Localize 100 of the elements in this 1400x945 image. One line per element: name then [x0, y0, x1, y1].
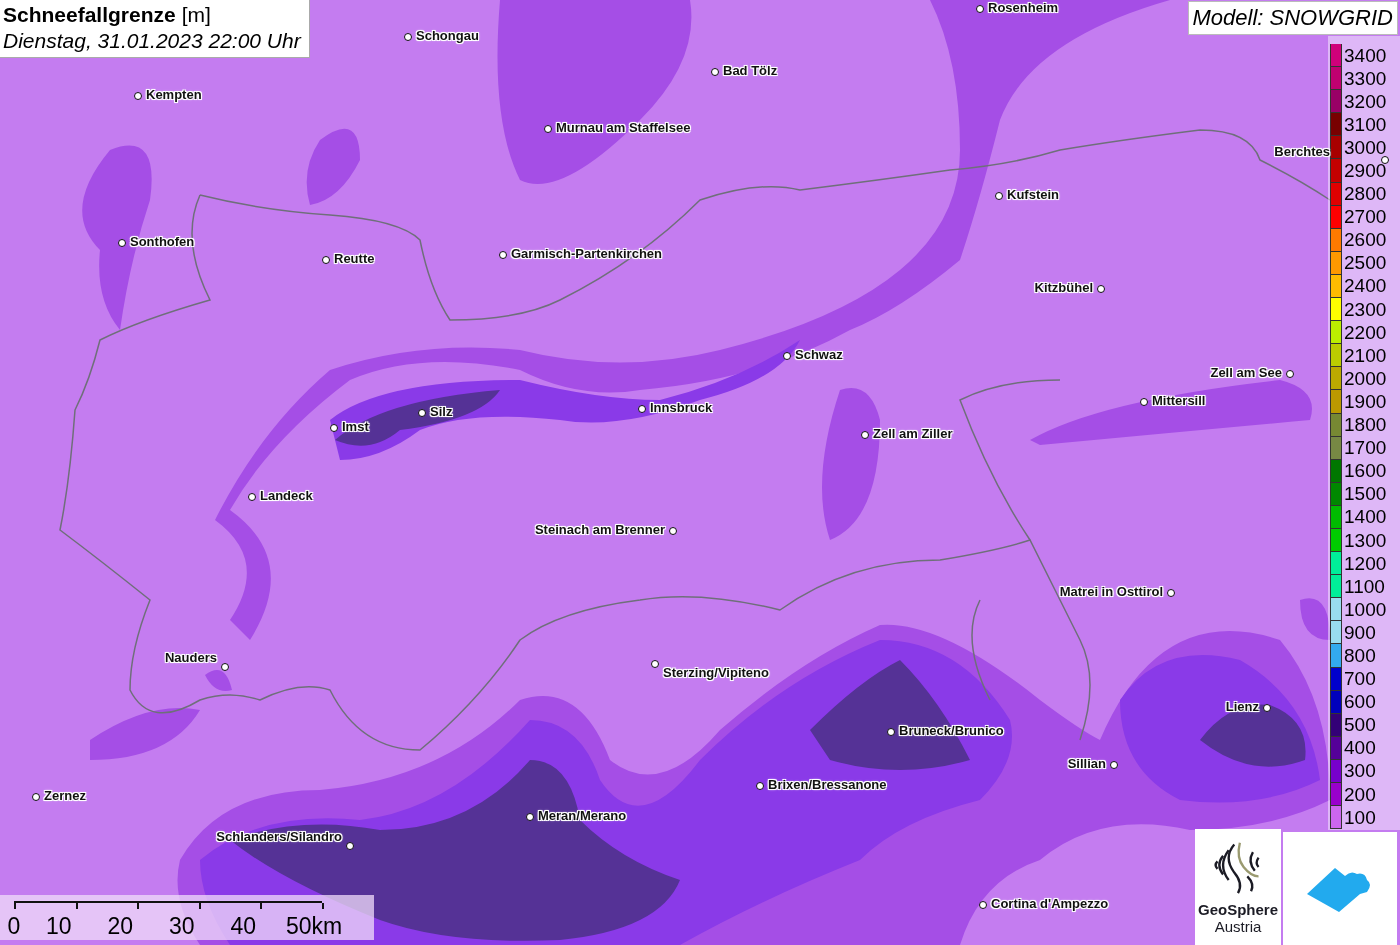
legend-label: 1800	[1343, 415, 1387, 436]
legend-label: 3400	[1343, 45, 1387, 66]
scale-label: 0	[6, 913, 22, 940]
place-marker	[346, 842, 354, 850]
place-label: Lienz	[1225, 699, 1259, 714]
legend-label: 2900	[1343, 161, 1387, 181]
place-marker	[1286, 370, 1294, 378]
legend-label: 500	[1343, 715, 1376, 736]
legend-label: 2300	[1343, 299, 1387, 320]
legend-label: 2400	[1343, 276, 1387, 297]
logo-title: GeoSphere	[1198, 901, 1278, 918]
legend-label: 600	[1343, 692, 1376, 713]
scale-label: 50km	[285, 913, 343, 940]
place-marker	[711, 68, 719, 76]
place-marker	[499, 251, 507, 259]
place-marker	[1381, 156, 1389, 164]
place-label: Reutte	[334, 251, 375, 266]
legend-label: 200	[1343, 784, 1376, 805]
place-marker	[1110, 761, 1118, 769]
place-marker	[221, 663, 229, 671]
legend-label: 800	[1343, 646, 1376, 666]
place-marker	[783, 352, 791, 360]
place-label: Kufstein	[1007, 187, 1059, 202]
place-marker	[1140, 398, 1148, 406]
place-label: Silz	[430, 404, 453, 419]
legend-label: 2800	[1343, 184, 1387, 205]
legend-label: 100	[1343, 807, 1376, 828]
legend-label: 2700	[1343, 207, 1387, 228]
legend-label: 1600	[1343, 461, 1387, 482]
place-label: Steinach am Brenner	[534, 522, 665, 537]
place-label: Berchtes	[1274, 144, 1330, 159]
place-label: Zell am Ziller	[873, 426, 953, 441]
place-label: Rosenheim	[988, 0, 1059, 15]
place-marker	[887, 728, 895, 736]
legend-label: 2200	[1343, 322, 1387, 343]
legend-label: 1900	[1343, 391, 1387, 412]
map-title: Schneefallgrenze	[3, 3, 176, 27]
place-marker	[404, 33, 412, 41]
logo-subtitle: Austria	[1214, 918, 1262, 935]
legend-label: 1100	[1343, 576, 1385, 597]
place-label: Bad Tölz	[723, 63, 778, 78]
place-marker	[995, 192, 1003, 200]
legend-label: 3000	[1343, 137, 1387, 158]
place-marker	[118, 239, 126, 247]
place-label: Zernez	[44, 788, 86, 803]
legend-label: 2000	[1343, 368, 1387, 389]
place-marker	[651, 660, 659, 668]
place-marker	[32, 793, 40, 801]
place-label: Schwaz	[795, 347, 843, 362]
legend-label: 1500	[1343, 484, 1387, 505]
scale-label: 10	[44, 913, 73, 940]
legend-label: 1700	[1343, 438, 1387, 459]
place-label: Kitzbühel	[1034, 280, 1093, 295]
legend-label: 2600	[1343, 230, 1387, 251]
place-label: Sterzing/Vipiteno	[663, 665, 769, 680]
scale-label: 40	[229, 913, 258, 940]
place-label: Schongau	[416, 28, 479, 43]
legend-label: 3300	[1343, 68, 1387, 89]
place-label: Sonthofen	[130, 234, 195, 249]
place-label: Murnau am Staffelsee	[556, 120, 691, 135]
place-label: Kempten	[146, 87, 202, 102]
place-label: Sillian	[1067, 756, 1106, 771]
place-marker	[322, 256, 330, 264]
place-label: Nauders	[164, 650, 217, 665]
place-marker	[544, 125, 552, 133]
place-label: Matrei in Osttirol	[1059, 584, 1163, 599]
legend-label: 900	[1343, 622, 1376, 643]
date-label: Dienstag, 31.01.2023 22:00 Uhr	[3, 29, 301, 53]
place-label: Cortina d'Ampezzo	[991, 896, 1109, 911]
place-marker	[756, 782, 764, 790]
place-marker	[330, 424, 338, 432]
place-marker	[861, 431, 869, 439]
legend-label: 1300	[1343, 530, 1387, 551]
place-marker	[669, 527, 677, 535]
place-marker	[1167, 589, 1175, 597]
place-marker	[526, 813, 534, 821]
place-label: Landeck	[260, 488, 313, 503]
scale-label: 30	[167, 913, 196, 940]
legend-label: 1400	[1343, 507, 1387, 528]
place-marker	[248, 493, 256, 501]
legend-label: 1000	[1343, 599, 1387, 620]
place-marker	[976, 5, 984, 13]
place-label: Meran/Merano	[538, 808, 627, 823]
legend-label: 2100	[1343, 345, 1387, 366]
place-label: Innsbruck	[650, 400, 713, 415]
unit-label: [m]	[181, 3, 211, 27]
place-marker	[134, 92, 142, 100]
place-marker	[1263, 704, 1271, 712]
legend-label: 300	[1343, 761, 1376, 782]
place-marker	[1097, 285, 1105, 293]
legend-label: 3100	[1343, 114, 1387, 135]
place-label: Mittersill	[1152, 393, 1206, 408]
place-label: Zell am See	[1210, 365, 1282, 380]
legend-label: 2500	[1343, 253, 1387, 274]
legend-label: 700	[1343, 669, 1376, 690]
place-label: Brixen/Bressanone	[768, 777, 887, 792]
place-marker	[418, 409, 426, 417]
place-label: Garmisch-Partenkirchen	[511, 246, 662, 261]
place-marker	[638, 405, 646, 413]
scale-label: 20	[106, 913, 135, 940]
